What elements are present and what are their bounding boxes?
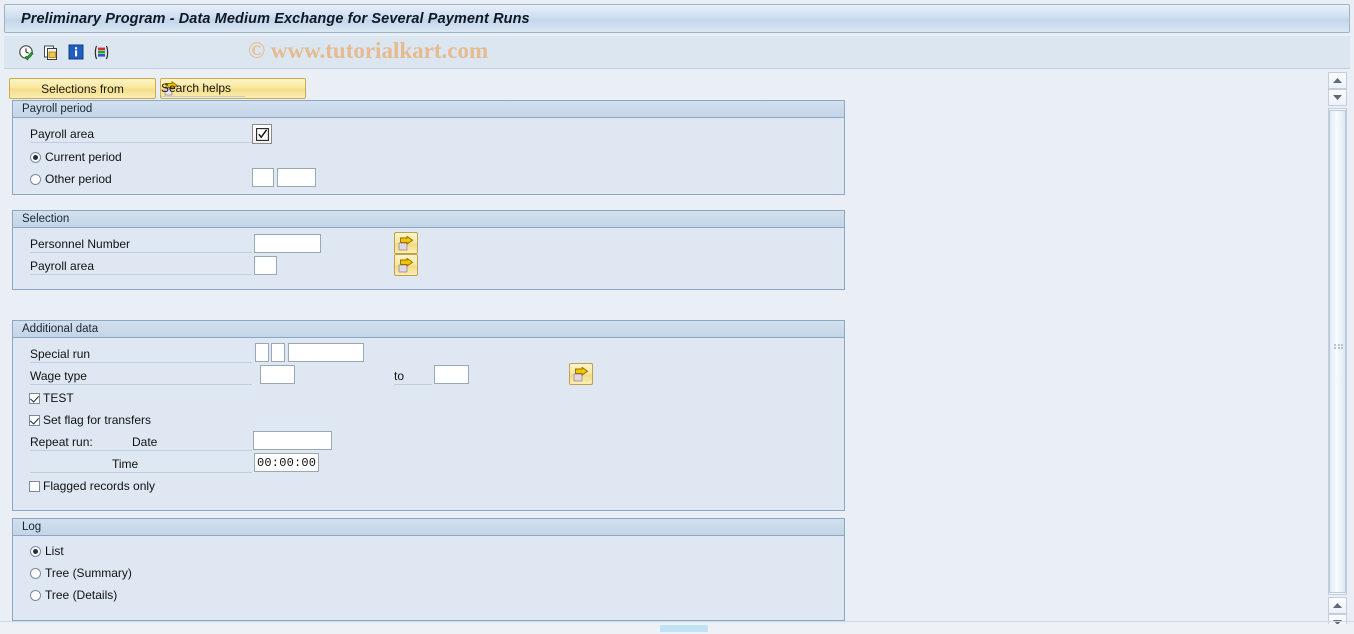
info-icon[interactable] <box>67 43 85 61</box>
group-selection-body: Personnel Number Payroll area <box>13 228 844 289</box>
horizontal-scrollbar[interactable] <box>0 624 1354 634</box>
group-selection: Selection Personnel Number Payroll area <box>12 210 845 290</box>
group-payroll-period-title: Payroll period <box>13 101 844 118</box>
radio-other-period-label: Other period <box>45 172 112 186</box>
payroll-area-matchcode-button[interactable] <box>252 124 272 144</box>
radio-log-tree-summary-label: Tree (Summary) <box>45 566 132 580</box>
wage-type-to-input[interactable] <box>434 365 469 384</box>
special-run-field-1[interactable] <box>255 343 269 362</box>
group-additional-data-title: Additional data <box>13 321 844 338</box>
yellow-arrow-icon <box>398 257 414 272</box>
personnel-number-label: Personnel Number <box>30 237 252 253</box>
window-title-bar: Preliminary Program - Data Medium Exchan… <box>4 4 1350 33</box>
special-run-field-2[interactable] <box>271 343 285 362</box>
radio-current-period[interactable]: Current period <box>30 150 122 164</box>
radio-current-period-dot <box>30 151 41 163</box>
wage-type-multiselect-button[interactable] <box>569 363 593 385</box>
checkbox-test[interactable]: TEST <box>29 391 74 405</box>
wage-type-from-input[interactable] <box>260 365 295 384</box>
group-additional-data-body: Special run Wage type to TEST Set flag f… <box>13 338 844 510</box>
scroll-down-button-top[interactable] <box>1328 89 1347 106</box>
yellow-arrow-icon <box>573 366 589 381</box>
horizontal-scrollbar-thumb[interactable] <box>660 625 708 632</box>
application-toolbar <box>4 36 1350 69</box>
personnel-number-input[interactable] <box>254 234 321 253</box>
group-log: Log List Tree (Summary) Tree (Details) <box>12 518 845 621</box>
checkbox-flagged-records-label: Flagged records only <box>43 479 156 493</box>
chevron-up-icon <box>1333 78 1342 83</box>
radio-other-period[interactable]: Other period <box>30 172 112 186</box>
checkbox-glyph-icon <box>255 127 269 141</box>
color-bars-icon[interactable] <box>92 43 110 61</box>
selection-screen-body: Payroll period Payroll area Current peri… <box>4 70 1326 628</box>
selection-payroll-area-multiselect-button[interactable] <box>394 254 418 276</box>
checkbox-test-label: TEST <box>43 391 74 405</box>
checkbox-set-flag-box <box>29 414 40 426</box>
chevron-down-icon <box>1333 95 1342 100</box>
radio-other-period-dot <box>30 173 41 185</box>
yellow-arrow-icon <box>398 235 414 250</box>
group-additional-data: Additional data Special run Wage type to <box>12 320 845 511</box>
repeat-run-time-label: Time <box>112 457 139 471</box>
selection-payroll-area-input[interactable] <box>254 256 277 275</box>
other-period-field-1[interactable] <box>252 168 274 187</box>
personnel-number-multiselect-button[interactable] <box>394 232 418 254</box>
vertical-scrollbar-thumb[interactable] <box>1329 110 1346 593</box>
wage-type-label: Wage type <box>30 369 252 385</box>
radio-log-list[interactable]: List <box>30 544 64 558</box>
checkbox-test-box <box>29 392 40 404</box>
execute-clock-icon[interactable] <box>17 43 35 61</box>
checkbox-set-flag-for-transfers[interactable]: Set flag for transfers <box>29 413 151 427</box>
checkbox-flagged-records-only[interactable]: Flagged records only <box>29 479 155 493</box>
radio-current-period-label: Current period <box>45 150 122 164</box>
group-log-body: List Tree (Summary) Tree (Details) <box>13 536 844 620</box>
group-log-title: Log <box>13 519 844 536</box>
site-watermark: © www.tutorialkart.com <box>248 38 489 63</box>
checkbox-flagged-records-box <box>29 480 40 492</box>
radio-log-tree-details-dot <box>30 589 41 601</box>
payroll-area-label: Payroll area <box>30 127 252 143</box>
copy-variant-icon[interactable] <box>42 43 60 61</box>
radio-log-list-dot <box>30 545 41 557</box>
other-period-field-2[interactable] <box>277 168 316 187</box>
vertical-scrollbar[interactable] <box>1326 70 1350 631</box>
toolbar-icon-group <box>4 43 110 61</box>
radio-log-tree-summary[interactable]: Tree (Summary) <box>30 566 132 580</box>
repeat-run-date-underline <box>30 450 252 451</box>
scroll-up-button-top[interactable] <box>1328 72 1347 89</box>
wage-type-to-label: to <box>394 369 432 385</box>
page-title: Preliminary Program - Data Medium Exchan… <box>21 10 530 27</box>
radio-log-list-label: List <box>45 544 64 558</box>
radio-log-tree-details[interactable]: Tree (Details) <box>30 588 117 602</box>
repeat-run-date-label: Date <box>132 435 158 449</box>
radio-log-tree-summary-dot <box>30 567 41 579</box>
repeat-run-time-underline <box>30 472 252 473</box>
chevron-up-icon <box>1333 603 1342 608</box>
radio-log-tree-details-label: Tree (Details) <box>45 588 118 602</box>
checkbox-set-flag-label: Set flag for transfers <box>43 413 152 427</box>
repeat-run-date-input[interactable] <box>253 431 332 450</box>
footer-divider <box>0 621 1354 622</box>
special-run-field-3[interactable] <box>288 343 364 362</box>
selection-payroll-area-label: Payroll area <box>30 259 252 275</box>
scrollbar-grip-icon <box>1334 344 1343 350</box>
group-selection-title: Selection <box>13 211 844 228</box>
scroll-up-button-bottom[interactable] <box>1328 597 1347 614</box>
sap-selection-screen: Preliminary Program - Data Medium Exchan… <box>0 0 1354 634</box>
special-run-label: Special run <box>30 347 252 363</box>
group-payroll-period: Payroll period Payroll area Current peri… <box>12 100 845 195</box>
repeat-run-time-input[interactable] <box>254 453 319 472</box>
group-payroll-period-body: Payroll area Current period Other period <box>13 118 844 194</box>
